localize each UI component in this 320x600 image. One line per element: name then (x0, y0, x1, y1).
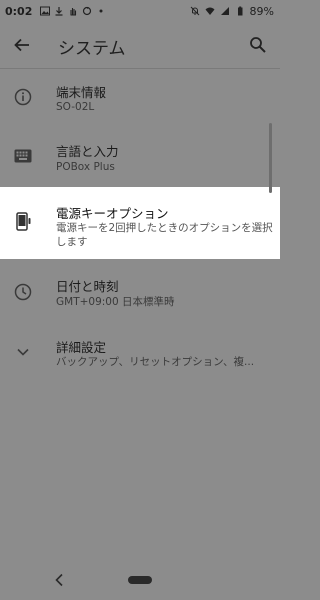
status-right: 89% (190, 0, 274, 22)
back-button[interactable] (10, 33, 34, 57)
signal-icon (220, 7, 229, 15)
item-label: 詳細設定 (56, 340, 107, 355)
battery-icon (237, 6, 243, 16)
list-item-language-input[interactable]: 言語と入力 POBox Plus (0, 125, 280, 187)
search-button[interactable] (246, 33, 270, 57)
scrollbar-thumb[interactable] (269, 123, 272, 193)
phone-power-icon (12, 211, 34, 233)
chevron-down-icon (12, 341, 34, 363)
bell-off-icon (190, 6, 199, 16)
home-button[interactable] (128, 576, 152, 584)
image-icon (40, 6, 51, 16)
download-icon (55, 7, 63, 16)
list-item-advanced[interactable]: 詳細設定 バックアップ、リセットオプション、複... (0, 321, 280, 383)
keyboard-icon (12, 145, 34, 167)
arrow-back-icon (14, 38, 29, 52)
dot-icon (99, 9, 103, 13)
nav-back-icon (55, 573, 63, 587)
item-label: 言語と入力 (56, 144, 119, 159)
clock-icon (12, 281, 34, 303)
item-summary: バックアップ、リセットオプション、複... (56, 356, 255, 368)
notification-icons (40, 6, 106, 16)
battery-percent: 89% (249, 4, 274, 18)
navigation-bar (0, 560, 280, 600)
item-summary: SO-02L (56, 101, 95, 113)
nav-back-button[interactable] (52, 572, 66, 588)
item-summary: 電源キーを2回押したときのオプションを選択します (56, 222, 273, 248)
item-label: 端末情報 (56, 85, 107, 100)
page-title: システム (58, 39, 126, 59)
item-summary: POBox Plus (56, 161, 115, 173)
search-icon (250, 37, 266, 53)
info-icon (12, 86, 34, 108)
list-item-date-time[interactable]: 日付と時刻 GMT+09:00 日本標準時 (0, 259, 280, 321)
item-label: 日付と時刻 (56, 279, 119, 294)
status-time: 0:02 (5, 4, 33, 18)
status-bar: 0:02 89% (0, 0, 280, 22)
item-summary: GMT+09:00 日本標準時 (56, 296, 175, 308)
item-label: 電源キーオプション (56, 206, 169, 221)
app-bar: システム (0, 22, 280, 68)
list-item-power-key-options[interactable]: 電源キーオプション 電源キーを2回押したときのオプションを選択します (0, 187, 280, 259)
sync-icon (83, 6, 92, 16)
hand-icon (70, 8, 77, 16)
list-item-device-info[interactable]: 端末情報 SO-02L (0, 69, 280, 125)
wifi-icon (205, 7, 215, 15)
